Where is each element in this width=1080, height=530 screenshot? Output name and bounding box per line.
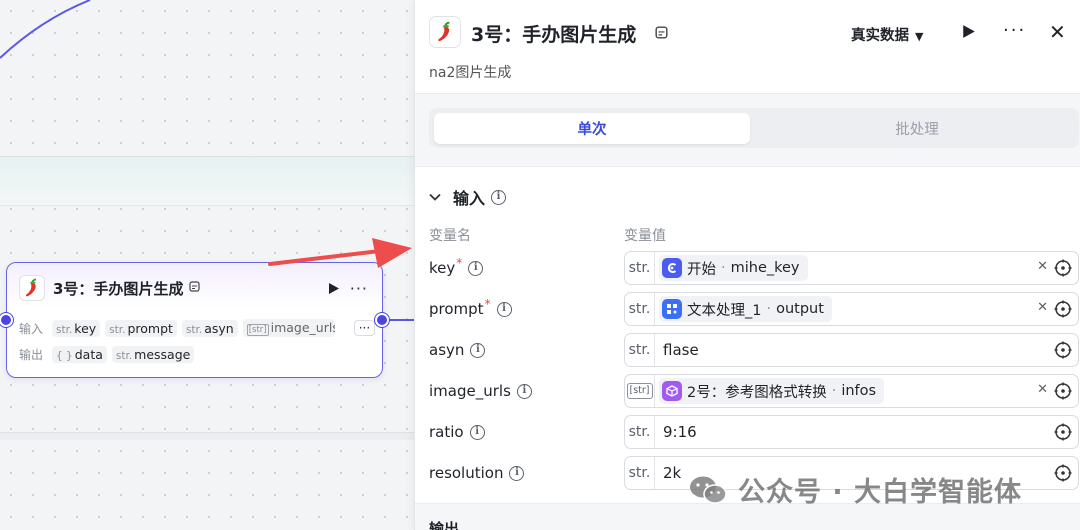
field-label: resolution i: [429, 464, 525, 482]
field-input-image-urls[interactable]: [str] 2号：参考图格式转换 · infos ✕: [624, 374, 1079, 408]
data-mode-label: 真实数据: [851, 28, 909, 44]
node-input-label: 输入: [19, 321, 44, 336]
field-label: image_urls i: [429, 382, 532, 400]
target-icon[interactable]: [1054, 341, 1072, 359]
more-button[interactable]: ···: [1003, 20, 1026, 41]
info-icon[interactable]: i: [496, 301, 512, 317]
run-mode-tabs: 单次 批处理: [429, 108, 1079, 148]
clear-icon[interactable]: ✕: [1037, 382, 1048, 397]
chili-icon: [429, 16, 461, 48]
type-badge: str.: [625, 457, 655, 489]
field-input-asyn[interactable]: str. flase: [624, 333, 1079, 367]
node-output-label: 输出: [19, 347, 44, 362]
more-inputs-button[interactable]: ···: [353, 320, 376, 336]
field-value[interactable]: flase: [663, 341, 699, 359]
chili-icon: [19, 275, 45, 301]
template-icon: [189, 281, 201, 295]
field-value[interactable]: 9:16: [663, 423, 697, 441]
input-section-toggle[interactable]: 输入 i: [429, 185, 507, 209]
panel-body: 单次 批处理 输入 i 变量名 变量值 key * i str. 开始 · mi…: [415, 94, 1080, 530]
field-label: key * i: [429, 256, 484, 277]
output-tag-message: str. message: [111, 345, 195, 363]
field-row-image-urls: image_urls i [str] 2号：参考图格式转换 · infos ✕: [415, 374, 1080, 408]
clear-icon[interactable]: ✕: [1037, 259, 1048, 274]
node-detail-panel: 3号：手办图片生成 na2图片生成 真实数据 ▼ ··· ✕ 单次 批处理 输入 …: [414, 0, 1080, 530]
annotation-arrow: [268, 238, 412, 268]
output-section-toggle[interactable]: 输出: [429, 518, 459, 530]
node-inputs-row: 输入 str. key str. prompt str. asyn [str] imag…: [19, 318, 376, 338]
clear-icon[interactable]: ✕: [1037, 300, 1048, 315]
info-icon[interactable]: i: [470, 342, 486, 358]
type-badge: str.: [625, 252, 655, 284]
node-more-button[interactable]: ···: [350, 279, 368, 298]
info-icon[interactable]: i: [469, 424, 485, 440]
type-badge: str.: [625, 334, 655, 366]
input-tag-key: str. key: [52, 319, 101, 337]
info-icon[interactable]: i: [516, 383, 532, 399]
field-row-key: key * i str. 开始 · mihe_key ✕: [415, 251, 1080, 285]
input-tag-asyn: str. asyn: [181, 319, 238, 337]
target-icon[interactable]: [1054, 300, 1072, 318]
input-tag-prompt: str. prompt: [105, 319, 177, 337]
field-label: prompt * i: [429, 297, 512, 318]
variable-reference[interactable]: 开始 · mihe_key: [659, 255, 808, 281]
field-value[interactable]: 2k: [663, 464, 681, 482]
chevron-down-icon: [429, 190, 441, 204]
wechat-logo-icon: [690, 476, 727, 504]
field-input-prompt[interactable]: str. 文本处理_1 · output ✕: [624, 292, 1079, 326]
target-icon[interactable]: [1054, 464, 1072, 482]
tab-single[interactable]: 单次: [434, 113, 750, 144]
cube-icon: [662, 381, 682, 401]
caret-down-icon: ▼: [915, 30, 924, 43]
node-run-button[interactable]: [328, 280, 340, 299]
info-icon[interactable]: i: [468, 260, 484, 276]
watermark-text: 公众号 · 大白学智能体: [738, 477, 1023, 508]
tab-batch[interactable]: 批处理: [759, 113, 1075, 144]
column-header-name: 变量名: [429, 228, 471, 244]
target-icon[interactable]: [1054, 259, 1072, 277]
field-row-ratio: ratio i str. 9:16: [415, 415, 1080, 449]
node-outputs-row: 输出 { } data str. message: [19, 344, 195, 364]
edge-top: [0, 0, 91, 59]
target-icon[interactable]: [1054, 382, 1072, 400]
close-icon[interactable]: ✕: [1049, 20, 1066, 44]
input-card: 输入 i 变量名 变量值 key * i str. 开始 · mihe_key ✕: [415, 166, 1080, 504]
output-section-title: 输出: [429, 520, 460, 530]
node-output-port[interactable]: [375, 313, 389, 327]
watermark: 公众号 · 大白学智能体: [688, 470, 1022, 509]
node-title: 3号：手办图片生成: [53, 279, 184, 298]
field-input-key[interactable]: str. 开始 · mihe_key ✕: [624, 251, 1079, 285]
required-mark: *: [456, 256, 463, 270]
start-icon: [662, 258, 682, 278]
variable-reference[interactable]: 文本处理_1 · output: [659, 296, 832, 322]
info-icon[interactable]: i: [491, 189, 507, 205]
info-icon[interactable]: i: [509, 465, 525, 481]
column-header-value: 变量值: [624, 228, 666, 244]
text-process-icon: [662, 299, 682, 319]
field-row-prompt: prompt * i str. 文本处理_1 · output ✕: [415, 292, 1080, 326]
target-icon[interactable]: [1054, 423, 1072, 441]
input-tag-image-urls: [str] image_urls: [242, 319, 335, 337]
data-mode-dropdown[interactable]: 真实数据 ▼: [851, 24, 923, 45]
field-row-asyn: asyn i str. flase: [415, 333, 1080, 367]
type-badge: str.: [625, 293, 655, 325]
panel-title[interactable]: 3号：手办图片生成: [471, 20, 636, 47]
output-tag-data: { } data: [52, 345, 107, 363]
type-badge: [str]: [625, 375, 655, 407]
workflow-node-figure-gen[interactable]: 3号：手办图片生成 ··· 输入 str. key str. prompt str.…: [6, 262, 383, 378]
panel-subtitle: na2图片生成: [429, 65, 512, 81]
template-icon[interactable]: [655, 26, 668, 42]
field-input-ratio[interactable]: str. 9:16: [624, 415, 1079, 449]
required-mark: *: [484, 297, 491, 311]
field-label: ratio i: [429, 423, 485, 441]
run-button[interactable]: [962, 24, 976, 43]
type-badge: str.: [625, 416, 655, 448]
variable-reference[interactable]: 2号：参考图格式转换 · infos: [659, 378, 885, 404]
input-section-title: 输入: [453, 189, 486, 208]
field-label: asyn i: [429, 341, 486, 359]
